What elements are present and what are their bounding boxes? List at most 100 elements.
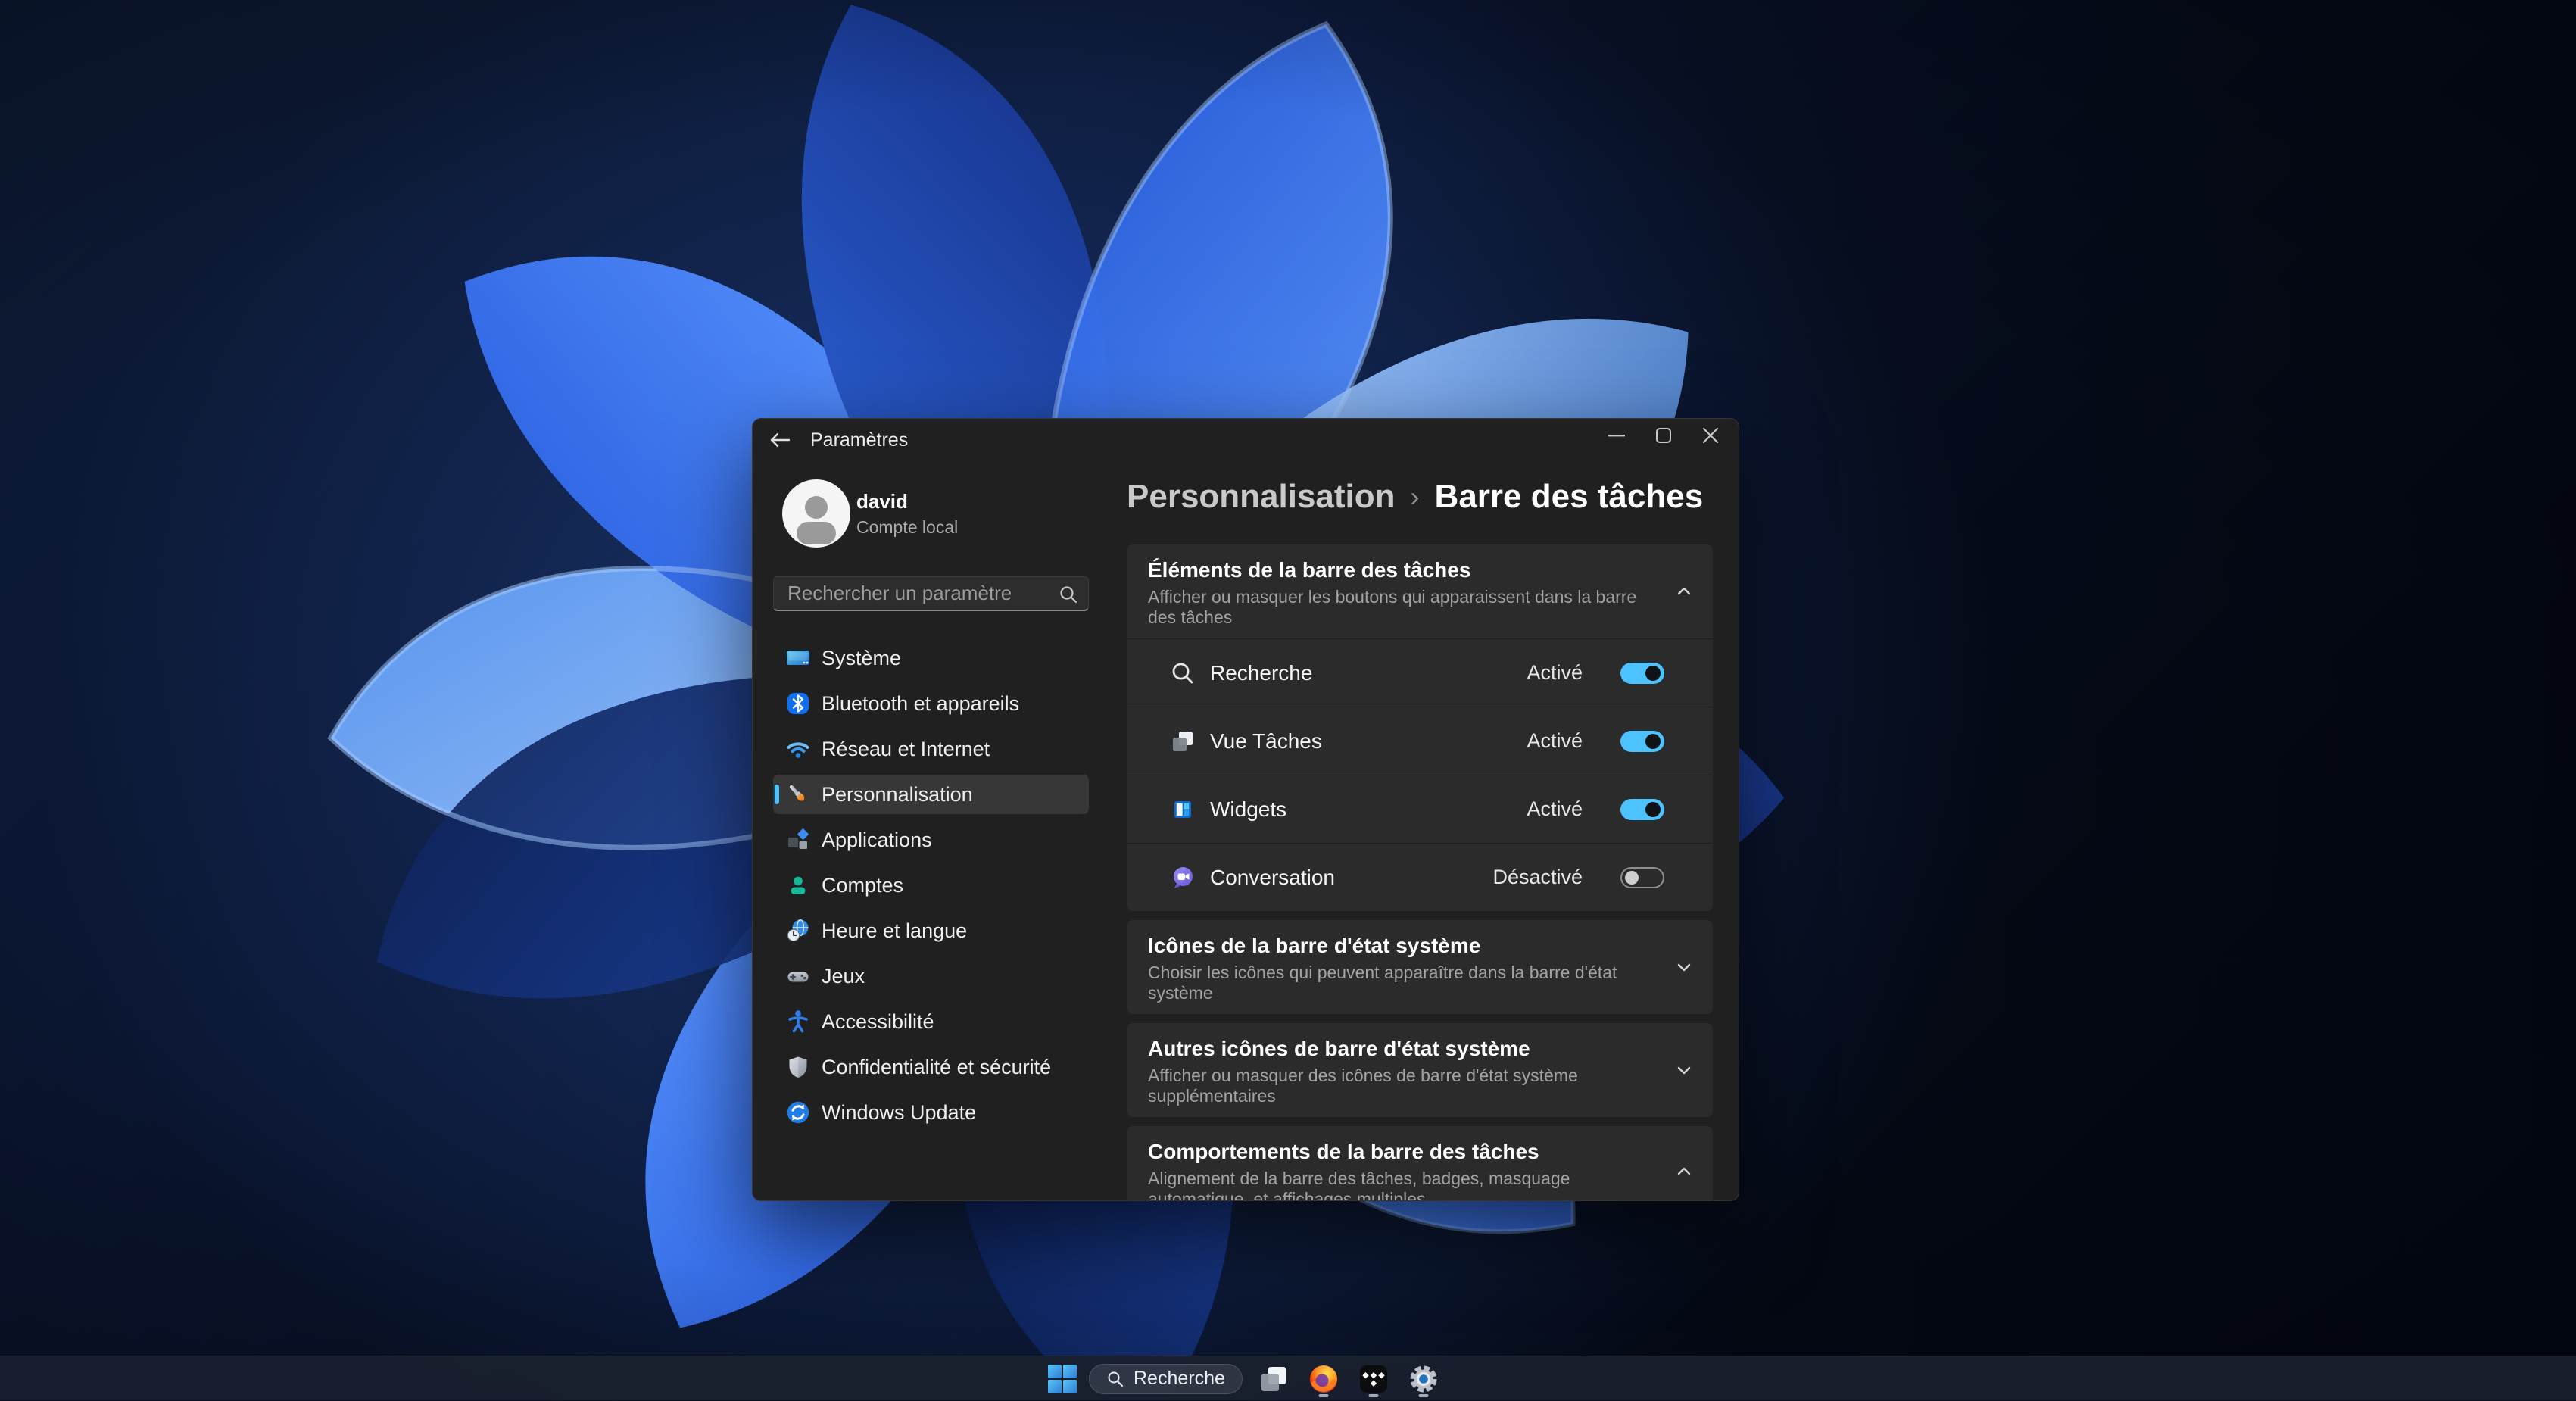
section-header-taskbar-behaviors[interactable]: Comportements de la barre des tâches Ali… xyxy=(1127,1126,1713,1200)
personalization-icon xyxy=(785,782,811,807)
settings-search-input[interactable] xyxy=(774,577,1088,610)
avatar xyxy=(782,479,850,548)
toggle-status-label: Activé xyxy=(1527,661,1583,685)
time-language-icon xyxy=(785,918,811,944)
titlebar: Paramètres xyxy=(753,419,1739,461)
toggle-switch-task-view[interactable] xyxy=(1620,731,1664,752)
accounts-icon xyxy=(785,872,811,898)
bluetooth-icon xyxy=(785,691,811,716)
sidebar-item-accounts[interactable]: Comptes xyxy=(773,866,1089,905)
section-header-system-tray-icons[interactable]: Icônes de la barre d'état système Choisi… xyxy=(1127,920,1713,1014)
chevron-down-icon xyxy=(1673,1059,1695,1081)
window-title: Paramètres xyxy=(810,419,908,461)
sidebar-item-time-language[interactable]: Heure et langue xyxy=(773,911,1089,950)
start-button[interactable] xyxy=(1045,1359,1080,1399)
toggle-status-label: Activé xyxy=(1527,729,1583,753)
settings-search xyxy=(773,576,1089,611)
toggle-status-label: Activé xyxy=(1527,797,1583,821)
section-card-other-tray-icons: Autres icônes de barre d'état système Af… xyxy=(1127,1023,1713,1117)
apps-icon xyxy=(785,827,811,853)
content-pane: Personnalisation › Barre des tâches Élém… xyxy=(1127,461,1739,1200)
sidebar-nav: Système Bluetooth et appareils Réseau et… xyxy=(773,638,1089,1138)
task-view-icon xyxy=(1169,728,1196,755)
sidebar-item-label: Bluetooth et appareils xyxy=(822,692,1019,716)
sidebar-item-label: Confidentialité et sécurité xyxy=(822,1056,1051,1079)
chevron-up-icon xyxy=(1673,581,1695,602)
breadcrumb: Personnalisation › Barre des tâches xyxy=(1127,478,1703,516)
toggle-switch-chat[interactable] xyxy=(1620,867,1664,888)
tidal-button[interactable] xyxy=(1350,1359,1397,1399)
toggle-switch-widgets[interactable] xyxy=(1620,799,1664,820)
section-card-system-tray-icons: Icônes de la barre d'état système Choisi… xyxy=(1127,920,1713,1014)
chevron-right-icon: › xyxy=(1411,481,1420,513)
section-subtitle: Afficher ou masquer les boutons qui appa… xyxy=(1148,587,1660,628)
sidebar-item-label: Comptes xyxy=(822,874,903,897)
section-subtitle: Afficher ou masquer des icônes de barre … xyxy=(1148,1066,1660,1106)
widgets-icon xyxy=(1169,796,1196,823)
search-icon xyxy=(1058,584,1079,605)
firefox-icon xyxy=(1308,1363,1339,1395)
sidebar: david Compte local Système xyxy=(753,461,1127,1200)
task-view-button[interactable] xyxy=(1250,1359,1297,1399)
gear-icon xyxy=(1408,1363,1439,1395)
privacy-shield-icon xyxy=(785,1054,811,1080)
sidebar-item-network[interactable]: Réseau et Internet xyxy=(773,729,1089,769)
search-icon xyxy=(1106,1370,1124,1388)
toggle-row-task-view: Vue Tâches Activé xyxy=(1127,707,1713,775)
section-subtitle: Alignement de la barre des tâches, badge… xyxy=(1148,1169,1660,1200)
back-arrow-icon xyxy=(766,428,792,452)
section-card-taskbar-behaviors: Comportements de la barre des tâches Ali… xyxy=(1127,1126,1713,1200)
close-button[interactable] xyxy=(1687,419,1734,452)
taskbar-search[interactable]: Recherche xyxy=(1089,1364,1243,1394)
section-card-taskbar-items: Éléments de la barre des tâches Afficher… xyxy=(1127,544,1713,911)
toggle-row-widgets: Widgets Activé xyxy=(1127,775,1713,843)
sidebar-item-label: Accessibilité xyxy=(822,1010,934,1034)
sidebar-item-bluetooth[interactable]: Bluetooth et appareils xyxy=(773,684,1089,723)
section-header-taskbar-items[interactable]: Éléments de la barre des tâches Afficher… xyxy=(1127,544,1713,638)
toggle-row-search: Recherche Activé xyxy=(1127,638,1713,707)
sidebar-item-label: Jeux xyxy=(822,965,865,988)
section-subtitle: Choisir les icônes qui peuvent apparaîtr… xyxy=(1148,963,1660,1003)
section-title: Icônes de la barre d'état système xyxy=(1148,934,1660,958)
back-button[interactable] xyxy=(762,425,797,455)
sidebar-item-apps[interactable]: Applications xyxy=(773,820,1089,860)
task-view-icon xyxy=(1259,1365,1288,1393)
toggle-row-chat: Conversation Désactivé xyxy=(1127,843,1713,911)
accessibility-icon xyxy=(785,1009,811,1034)
wifi-icon xyxy=(785,736,811,762)
sidebar-item-label: Applications xyxy=(822,828,932,852)
sidebar-item-games[interactable]: Jeux xyxy=(773,956,1089,996)
breadcrumb-parent[interactable]: Personnalisation xyxy=(1127,478,1396,516)
section-title: Autres icônes de barre d'état système xyxy=(1148,1037,1660,1061)
chevron-up-icon xyxy=(1673,1161,1695,1182)
tidal-icon xyxy=(1359,1365,1388,1393)
section-header-other-tray-icons[interactable]: Autres icônes de barre d'état système Af… xyxy=(1127,1023,1713,1117)
sidebar-item-privacy[interactable]: Confidentialité et sécurité xyxy=(773,1047,1089,1087)
toggle-switch-search[interactable] xyxy=(1620,663,1664,684)
toggle-row-label: Vue Tâches xyxy=(1210,729,1322,754)
windows-update-icon xyxy=(785,1100,811,1125)
profile-name: david xyxy=(856,490,958,513)
sidebar-item-personalization[interactable]: Personnalisation xyxy=(773,775,1089,814)
chevron-down-icon xyxy=(1673,956,1695,978)
profile[interactable]: david Compte local xyxy=(782,479,958,548)
toggle-row-label: Widgets xyxy=(1210,797,1286,822)
maximize-button[interactable] xyxy=(1640,419,1687,452)
system-icon xyxy=(785,645,811,671)
section-title: Éléments de la barre des tâches xyxy=(1148,558,1660,582)
profile-account-type: Compte local xyxy=(856,517,958,538)
minimize-icon xyxy=(1608,426,1626,445)
settings-taskbar-button[interactable] xyxy=(1400,1359,1447,1399)
sidebar-item-accessibility[interactable]: Accessibilité xyxy=(773,1002,1089,1041)
close-icon xyxy=(1701,426,1720,445)
chat-icon xyxy=(1169,864,1196,891)
sidebar-item-windows-update[interactable]: Windows Update xyxy=(773,1093,1089,1132)
maximize-icon xyxy=(1654,426,1673,445)
sidebar-item-label: Heure et langue xyxy=(822,919,967,943)
taskbar-search-label: Recherche xyxy=(1134,1368,1225,1390)
sidebar-item-system[interactable]: Système xyxy=(773,638,1089,678)
minimize-button[interactable] xyxy=(1593,419,1640,452)
firefox-button[interactable] xyxy=(1300,1359,1347,1399)
breadcrumb-current: Barre des tâches xyxy=(1435,478,1704,516)
toggle-row-label: Recherche xyxy=(1210,661,1312,685)
